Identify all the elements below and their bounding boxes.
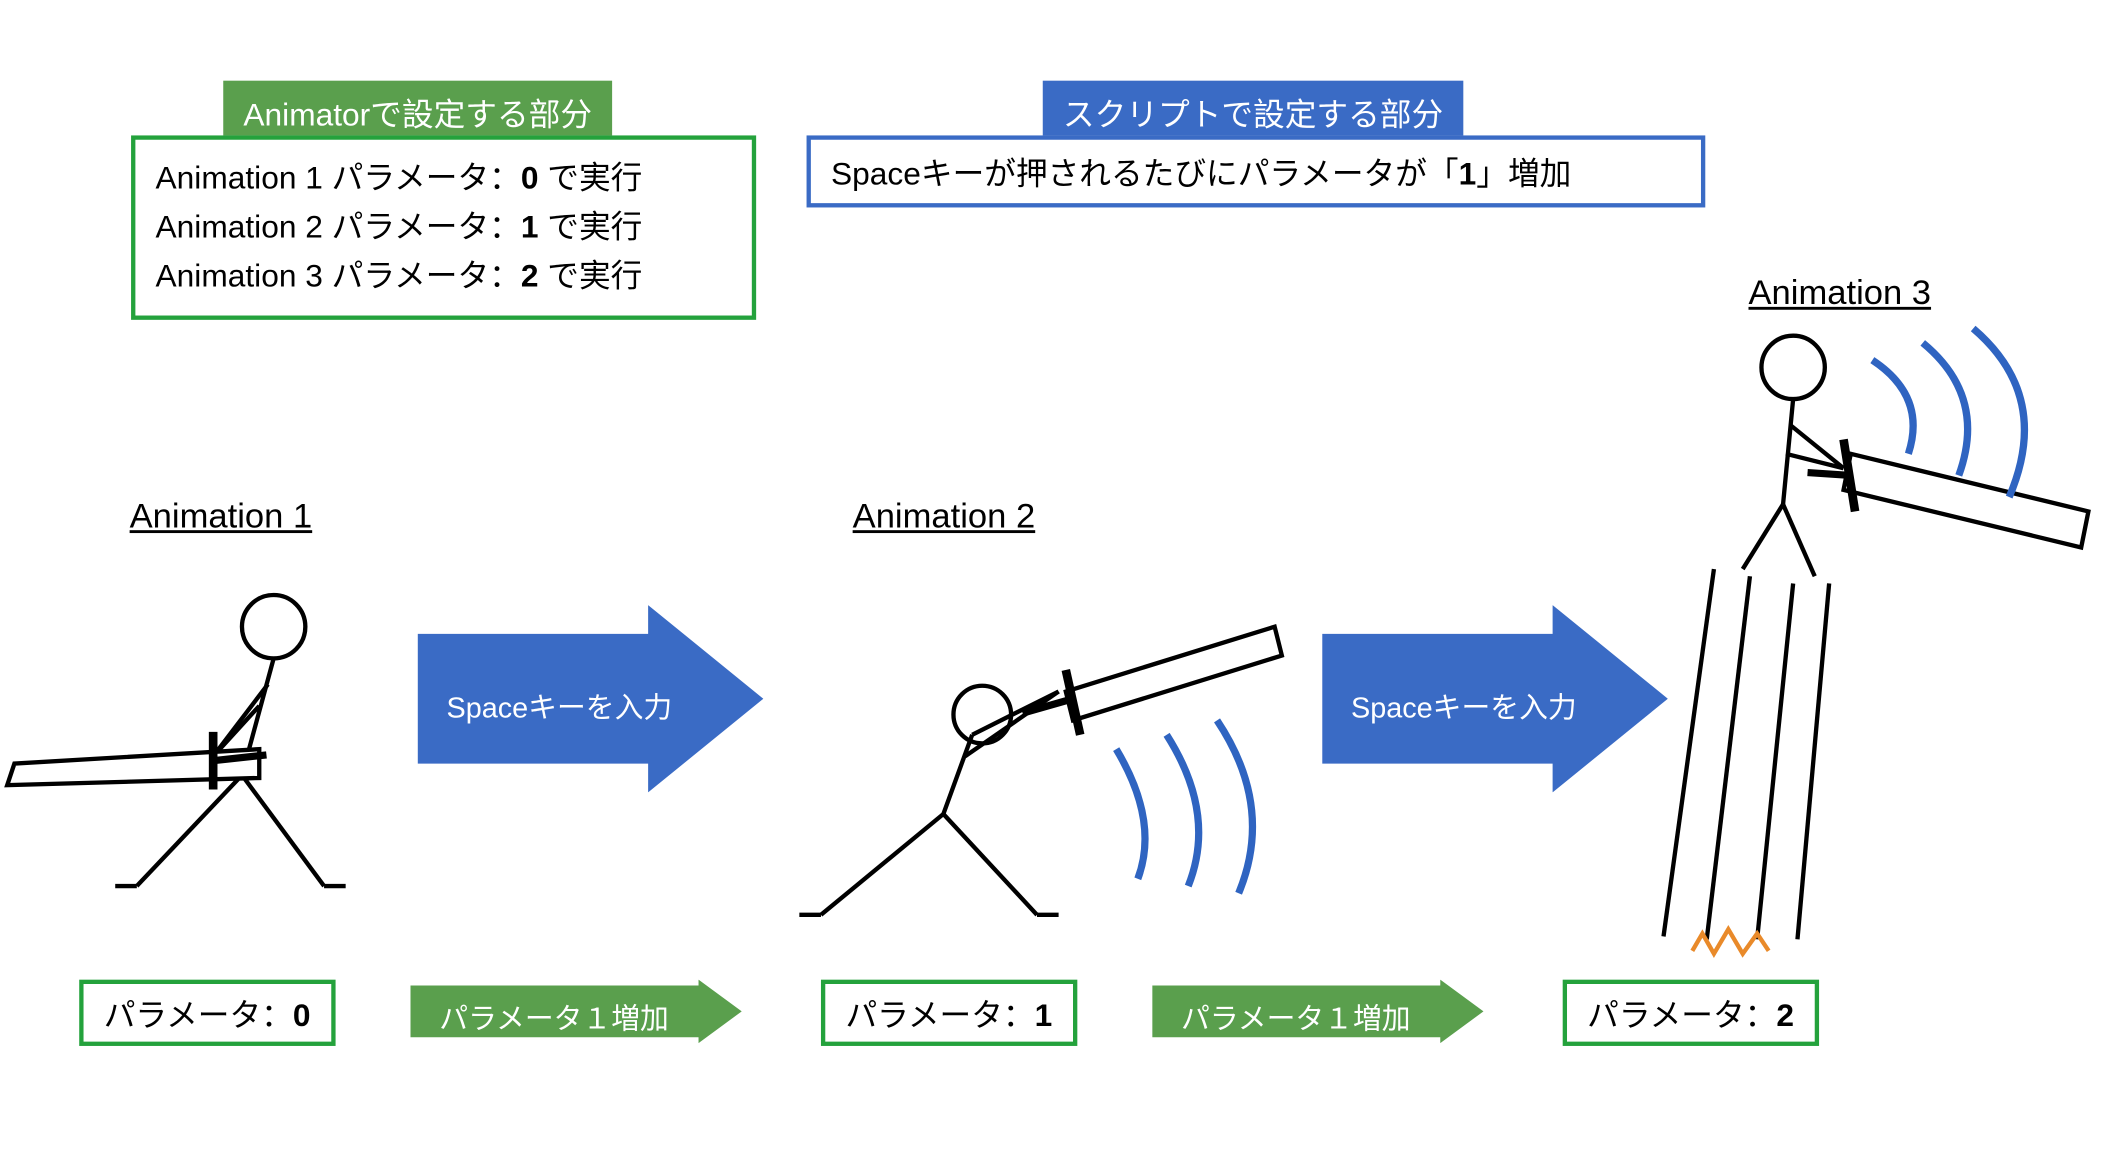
label-animation-2: Animation 2 [853,497,1036,537]
label-animation-1: Animation 1 [130,497,313,537]
diagram-canvas: Animatorで設定する部分 Animation 1 パラメータ：0 で実行 … [0,0,2110,1154]
animator-line: Animation 3 パラメータ：2 で実行 [156,252,732,301]
arrow-to-animation-2: Spaceキーを入力 [418,605,764,792]
figure-animation-3 [1628,317,2103,965]
param-inc-2: パラメータ１増加 [1152,980,1483,1043]
label-animation-3: Animation 3 [1748,274,1931,314]
arrow-label: Spaceキーを入力 [1351,684,1577,726]
figure-animation-1 [0,562,432,937]
figure-animation-2 [778,576,1311,951]
param-inc-label: パラメータ１増加 [1181,996,1411,1038]
param-inc-label: パラメータ１増加 [439,996,669,1038]
animator-line: Animation 1 パラメータ：0 で実行 [156,154,732,203]
script-box: Spaceキーが押されるたびにパラメータが「1」増加 [807,135,1706,207]
script-line: Spaceキーが押されるたびにパラメータが「1」増加 [831,156,1571,192]
arrow-to-animation-3: Spaceキーを入力 [1322,605,1668,792]
param-2-box: パラメータ：2 [1563,980,1819,1046]
param-1-box: パラメータ：1 [821,980,1077,1046]
param-inc-1: パラメータ１増加 [410,980,741,1043]
animator-box: Animation 1 パラメータ：0 で実行 Animation 2 パラメー… [131,135,756,320]
arrow-label: Spaceキーを入力 [446,684,672,726]
animator-line: Animation 2 パラメータ：1 で実行 [156,203,732,252]
param-0-box: パラメータ：0 [79,980,335,1046]
